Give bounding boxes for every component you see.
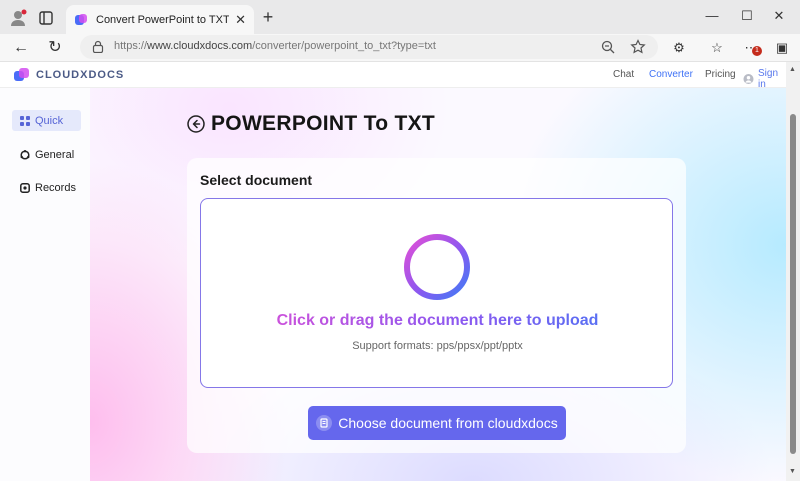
upload-dropzone[interactable]: Click or drag the document here to uploa…	[200, 198, 673, 388]
tab-active[interactable]: Convert PowerPoint to TXT Fre Onli ✕	[66, 5, 254, 34]
lock-icon	[92, 40, 104, 53]
profile-icon[interactable]	[8, 8, 28, 28]
site-logo[interactable]: CLOUDXDOCS	[14, 68, 124, 82]
notification-badge: 1	[752, 46, 762, 56]
sidebar-item-label: Quick	[35, 114, 64, 127]
scroll-thumb[interactable]	[790, 114, 796, 454]
add-circle-icon	[404, 234, 470, 300]
extensions-icon[interactable]: ⚙	[670, 40, 688, 56]
select-document-label: Select document	[200, 172, 313, 188]
grid-icon	[20, 115, 30, 126]
minimize-button[interactable]: —	[700, 6, 724, 26]
signin-link[interactable]: Sign in	[743, 68, 786, 90]
sidebar-item-quick[interactable]: Quick	[12, 110, 81, 131]
nav-converter[interactable]: Converter	[649, 69, 693, 80]
sidebar-item-label: General	[35, 148, 75, 161]
sidebar-item-label: Records	[35, 181, 76, 194]
back-arrow-icon[interactable]: ←	[10, 38, 32, 58]
favorites-list-icon[interactable]: ☆	[708, 40, 726, 56]
dropzone-instructions: Click or drag the document here to uploa…	[201, 312, 674, 330]
tab-actions-icon[interactable]	[36, 8, 56, 28]
user-icon	[743, 73, 754, 85]
sidebar: Quick General Records	[0, 88, 90, 481]
upload-card: Select document Click or drag the docume…	[187, 158, 686, 453]
maximize-button[interactable]: ☐	[735, 6, 759, 26]
sidebar-toggle-icon[interactable]: ▣	[773, 40, 791, 56]
sidebar-item-records[interactable]: Records	[12, 177, 81, 198]
logo-icon	[14, 68, 29, 81]
scroll-down-icon[interactable]: ▼	[789, 468, 796, 475]
choose-from-cloudxdocs-button[interactable]: Choose document from cloudxdocs	[308, 406, 566, 440]
scroll-up-icon[interactable]: ▲	[789, 66, 796, 73]
sidebar-item-general[interactable]: General	[12, 144, 81, 165]
zoom-icon[interactable]	[600, 39, 616, 55]
page-scrollbar[interactable]: ▲ ▼	[786, 62, 800, 481]
nav-pricing[interactable]: Pricing	[705, 69, 736, 80]
logo-text: CLOUDXDOCS	[36, 69, 125, 81]
tab-title: Convert PowerPoint to TXT Fre Onli	[96, 13, 230, 26]
close-window-button[interactable]: ✕	[767, 6, 791, 26]
page-title: POWERPOINT To TXT	[211, 112, 436, 135]
cloudxdocs-favicon-icon	[75, 13, 87, 25]
document-icon	[316, 415, 333, 431]
signin-label: Sign in	[757, 68, 778, 90]
record-icon	[20, 182, 30, 193]
new-tab-button[interactable]: +	[258, 7, 278, 28]
ring-icon	[20, 149, 30, 160]
browser-tab-bar: Convert PowerPoint to TXT Fre Onli ✕ + —…	[0, 0, 800, 34]
choose-button-label: Choose document from cloudxdocs	[338, 415, 558, 431]
nav-chat[interactable]: Chat	[613, 69, 634, 80]
refresh-icon[interactable]: ↻	[44, 38, 66, 58]
favorite-star-icon[interactable]	[630, 39, 646, 55]
web-page: CLOUDXDOCS Chat Converter Pricing Sign i…	[0, 62, 786, 481]
address-bar[interactable]: https://www.cloudxdocs.com/converter/pow…	[80, 35, 658, 59]
tab-close-icon[interactable]: ✕	[235, 12, 246, 28]
url-text: https://www.cloudxdocs.com/converter/pow…	[114, 40, 436, 52]
supported-formats: Support formats: pps/ppsx/ppt/pptx	[352, 340, 523, 352]
back-circle-icon[interactable]	[187, 115, 205, 133]
site-header: CLOUDXDOCS Chat Converter Pricing Sign i…	[0, 62, 786, 90]
address-toolbar: ← ↻ https://www.cloudxdocs.com/converter…	[0, 34, 800, 62]
page-title-row: POWERPOINT To TXT	[187, 112, 435, 136]
